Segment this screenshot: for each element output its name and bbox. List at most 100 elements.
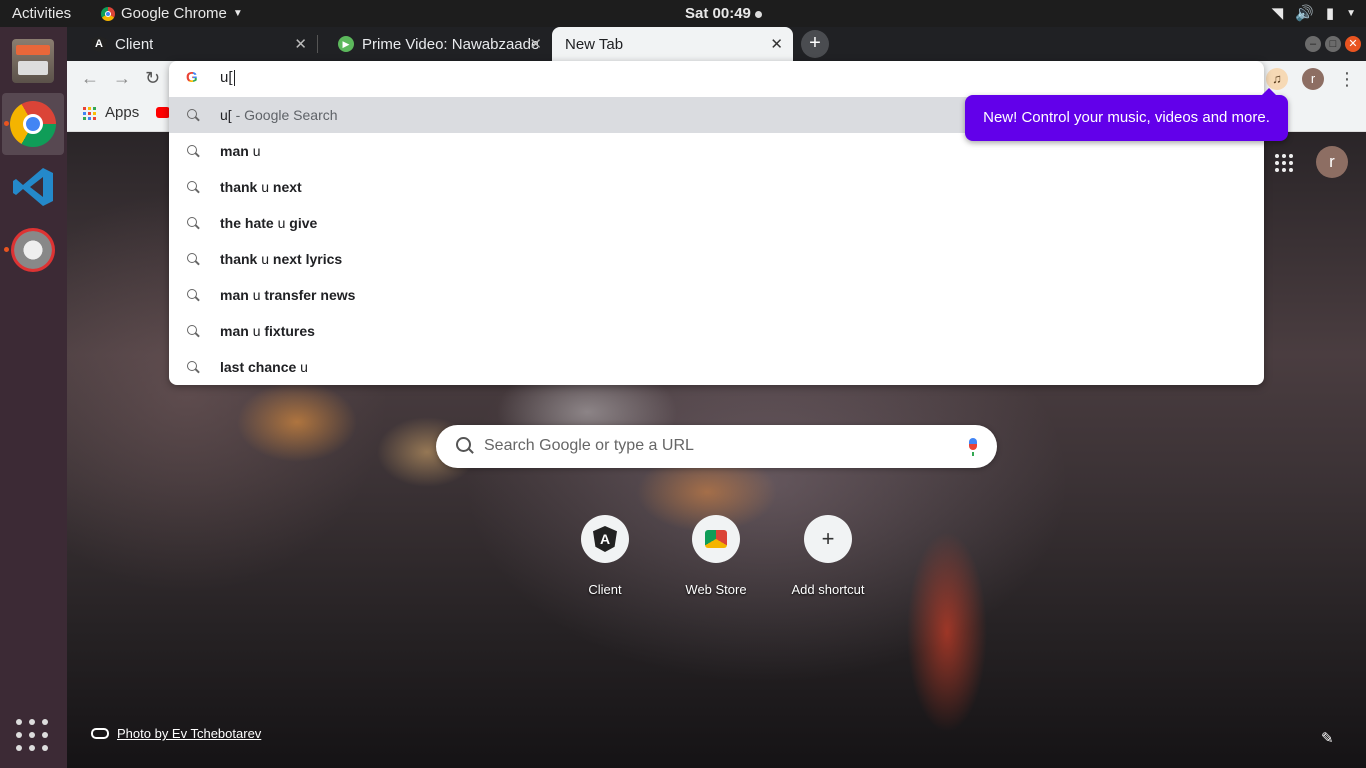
- shortcut-label: Add shortcut: [791, 582, 865, 597]
- suggestion-pre: the hate: [220, 215, 278, 231]
- tab-client[interactable]: A Client ✕: [71, 27, 317, 61]
- apps-bookmark[interactable]: Apps: [105, 104, 139, 121]
- suggestion-item[interactable]: thank u next: [169, 169, 1264, 205]
- more-menu-icon[interactable]: ⋮: [1338, 70, 1356, 88]
- microphone-icon[interactable]: [969, 438, 977, 456]
- close-icon[interactable]: ✕: [770, 35, 783, 53]
- system-tray[interactable]: ◥ 🔊 ▮ ▼: [1272, 4, 1356, 22]
- account-avatar[interactable]: r: [1316, 146, 1348, 178]
- wifi-icon: ◥: [1271, 5, 1284, 22]
- running-indicator: [4, 247, 9, 252]
- chrome-icon: [101, 6, 115, 21]
- suggestion-pre: thank: [220, 179, 262, 195]
- prime-video-icon: ▶: [338, 36, 354, 52]
- media-controls-icon[interactable]: ♫: [1266, 68, 1288, 90]
- notification-dot: [754, 10, 762, 18]
- link-icon: [91, 728, 109, 739]
- tab-title: Client: [115, 35, 154, 53]
- text-caret: [233, 70, 235, 87]
- attribution-link[interactable]: Photo by Ev Tchebotarev: [117, 726, 261, 741]
- address-input[interactable]: u[: [220, 69, 235, 87]
- suggestion-post: give: [285, 215, 318, 231]
- suggestion-suffix: - Google Search: [231, 107, 338, 123]
- dock-vscode[interactable]: [2, 156, 64, 218]
- dock-chrome[interactable]: [2, 93, 64, 155]
- pencil-icon[interactable]: ✎: [1321, 729, 1334, 747]
- close-icon[interactable]: ✕: [294, 35, 307, 53]
- suggestion-post: transfer news: [260, 287, 356, 303]
- suggestion-item[interactable]: man u fixtures: [169, 313, 1264, 349]
- web-store-icon: [705, 530, 727, 548]
- maximize-icon[interactable]: □: [1325, 36, 1341, 52]
- files-icon: [12, 39, 54, 83]
- tab-title: New Tab: [565, 35, 624, 53]
- new-tab-button[interactable]: +: [801, 30, 829, 58]
- app-menu-label: Google Chrome: [121, 5, 227, 22]
- shortcut-add[interactable]: + Add shortcut: [778, 515, 878, 597]
- suggestion-item[interactable]: the hate u give: [169, 205, 1264, 241]
- clock[interactable]: Sat 00:49: [685, 5, 762, 22]
- suggestion-post: next: [269, 179, 302, 195]
- suggestion-item[interactable]: man u transfer news: [169, 277, 1264, 313]
- youtube-icon[interactable]: [156, 107, 170, 118]
- google-apps-icon[interactable]: [1275, 154, 1293, 172]
- suggestion-post: next lyrics: [269, 251, 343, 267]
- suggestion-pre: thank: [220, 251, 262, 267]
- google-icon: G: [186, 70, 200, 85]
- suggestion-item[interactable]: thank u next lyrics: [169, 241, 1264, 277]
- search-icon: [456, 437, 471, 452]
- suggestion-pre: man: [220, 143, 253, 159]
- tab-strip: A Client ✕ ▶ Prime Video: Nawabzaade ✕ N…: [67, 27, 1366, 61]
- plus-icon: +: [821, 526, 835, 551]
- search-icon: [187, 145, 197, 155]
- profile-avatar[interactable]: r: [1302, 68, 1324, 90]
- shortcut-tile: [692, 515, 740, 563]
- reload-icon[interactable]: ↻: [145, 69, 160, 87]
- search-icon: [187, 217, 197, 227]
- vscode-icon: [13, 168, 53, 206]
- tab-new-tab[interactable]: New Tab ✕: [552, 27, 793, 61]
- shortcut-web-store[interactable]: Web Store: [666, 515, 766, 597]
- shortcut-tile: +: [804, 515, 852, 563]
- address-bar[interactable]: G u[: [169, 61, 1264, 97]
- forward-icon[interactable]: →: [113, 69, 131, 87]
- chevron-down-icon: ▼: [232, 8, 243, 19]
- search-icon: [187, 325, 197, 335]
- suggestion-item[interactable]: last chance u: [169, 349, 1264, 385]
- shortcut-client[interactable]: A Client: [555, 515, 655, 597]
- minimize-icon[interactable]: –: [1305, 36, 1321, 52]
- suggestion-post: fixtures: [260, 323, 315, 339]
- activities-button[interactable]: Activities: [12, 5, 71, 22]
- angular-icon: A: [91, 36, 107, 52]
- close-icon[interactable]: ✕: [529, 35, 542, 53]
- shortcut-label: Web Store: [685, 582, 747, 597]
- search-icon: [187, 109, 197, 119]
- shortcut-tile: A: [581, 515, 629, 563]
- app-menu[interactable]: Google Chrome ▼: [101, 5, 243, 22]
- show-applications-icon[interactable]: [16, 719, 50, 753]
- media-controls-promo[interactable]: New! Control your music, videos and more…: [965, 88, 1288, 141]
- apps-grid-icon[interactable]: [83, 107, 96, 120]
- tab-prime-video[interactable]: ▶ Prime Video: Nawabzaade ✕: [318, 27, 552, 61]
- ntp-search-box[interactable]: Search Google or type a URL: [436, 425, 997, 468]
- search-icon: [187, 253, 197, 263]
- battery-icon: ▮: [1325, 5, 1335, 22]
- chevron-down-icon: ▼: [1346, 7, 1356, 19]
- dock-files[interactable]: [2, 30, 64, 92]
- window-close-icon[interactable]: ✕: [1345, 36, 1361, 52]
- back-icon[interactable]: ←: [81, 69, 99, 87]
- clock-text: Sat 00:49: [685, 5, 751, 22]
- dock-settings[interactable]: [2, 219, 64, 281]
- angular-icon: A: [593, 526, 617, 552]
- search-icon: [187, 181, 197, 191]
- photo-attribution[interactable]: Photo by Ev Tchebotarev: [91, 726, 261, 741]
- suggestion-typed: u: [261, 251, 270, 267]
- search-icon: [187, 289, 197, 299]
- system-top-bar: Activities Google Chrome ▼ Sat 00:49 ◥ 🔊…: [0, 0, 1366, 27]
- suggestion-typed: u: [252, 143, 261, 159]
- suggestion-typed: u[: [220, 107, 232, 123]
- shortcut-label: Client: [588, 582, 622, 597]
- suggestion-pre: man: [220, 323, 253, 339]
- dock: [0, 27, 67, 768]
- search-placeholder: Search Google or type a URL: [484, 437, 694, 454]
